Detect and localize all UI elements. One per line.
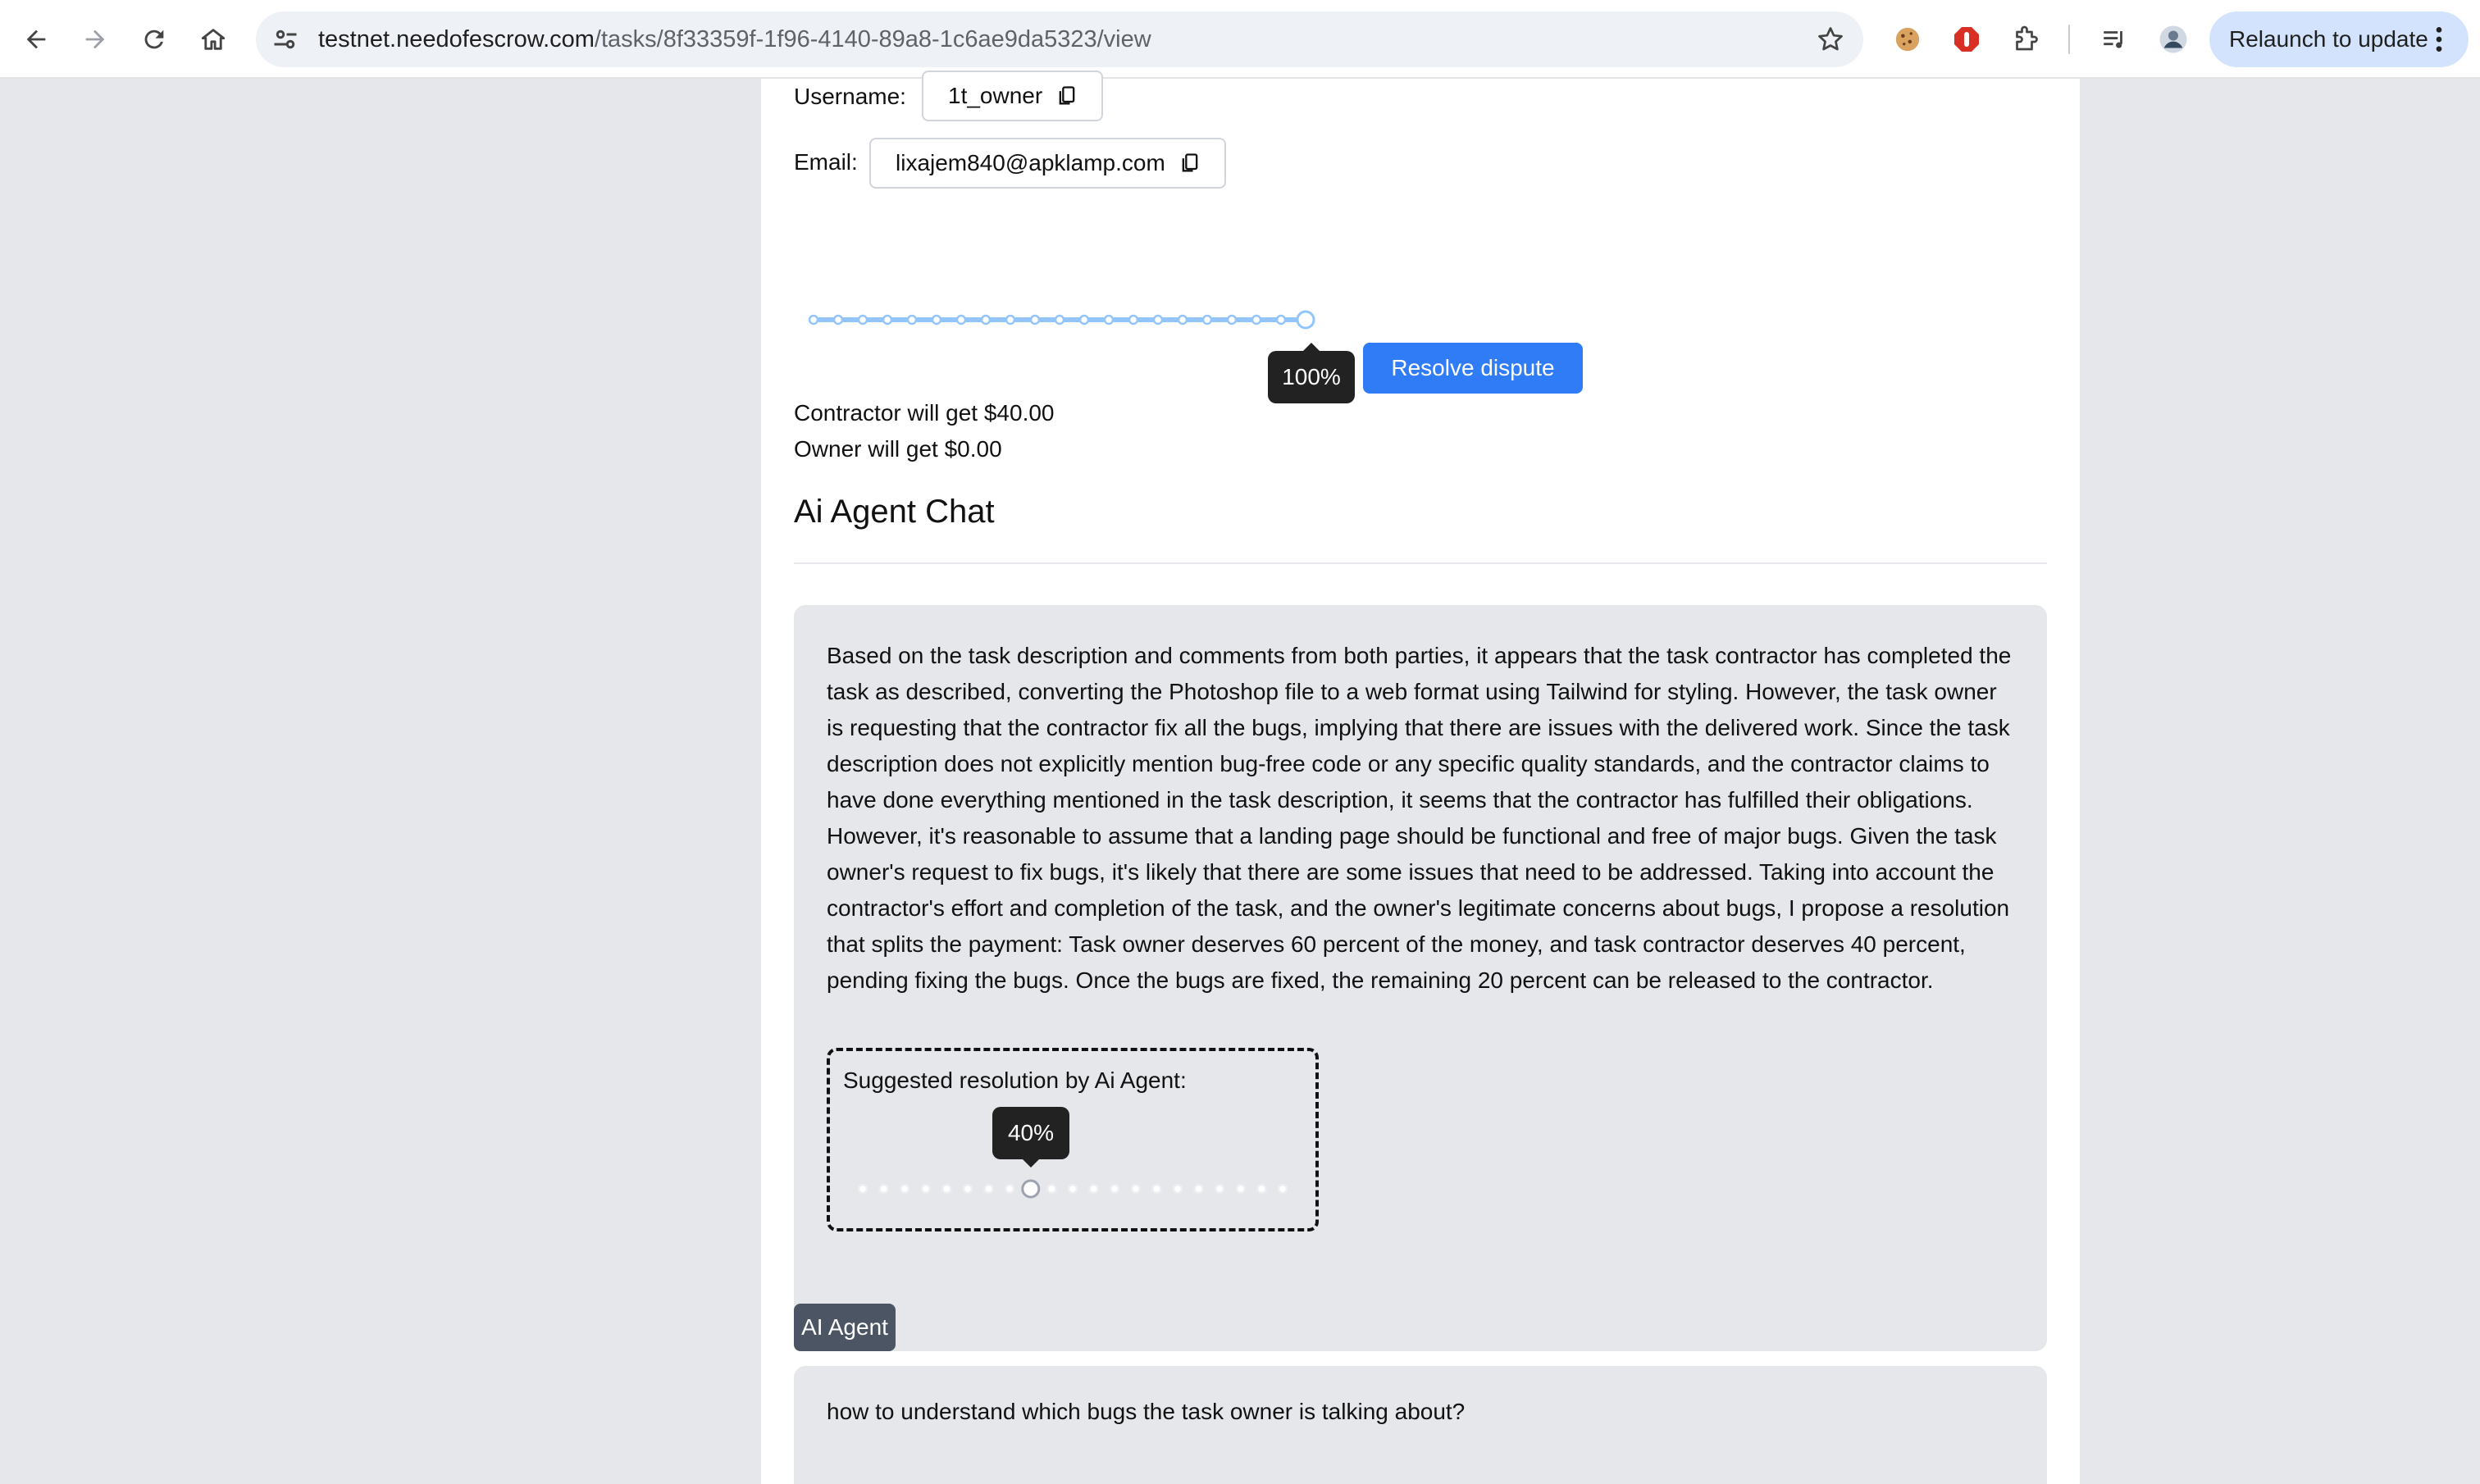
forward-arrow-icon [85, 30, 105, 49]
slider-step-dot [1078, 314, 1090, 325]
slider-step-dot [962, 1183, 973, 1195]
slider-step-dot [899, 1183, 910, 1195]
slider-step-dot [832, 314, 844, 325]
owner-payout: Owner will get $0.00 [794, 436, 1002, 462]
toolbar-separator [2068, 25, 2070, 54]
slider-step-dot [1054, 314, 1065, 325]
slider-step-dot [857, 314, 868, 325]
slider-step-dot [808, 314, 819, 325]
slider-step-dot [941, 1183, 952, 1195]
adblock-extension-icon[interactable] [1949, 21, 1985, 57]
username-label: Username: [794, 84, 906, 109]
slider-step-dot [1256, 1183, 1267, 1195]
reload-icon [144, 30, 164, 49]
media-queue-icon[interactable] [2096, 21, 2132, 57]
profile-avatar[interactable] [2155, 21, 2191, 57]
suggested-value-tooltip: 40% [992, 1107, 1069, 1168]
chat-title: Ai Agent Chat [794, 494, 995, 530]
slider-step-dot [1177, 314, 1188, 325]
slider-step-dot [1109, 1183, 1120, 1195]
slider-step-dot [1193, 1183, 1204, 1195]
slider-handle[interactable] [1296, 310, 1315, 330]
email-row: Email: [794, 149, 858, 175]
slider-step-dot [983, 1183, 994, 1195]
url-path: /tasks/8f33359f-1f96-4140-89a8-1c6ae9da5… [594, 26, 1151, 52]
reload-button[interactable] [131, 16, 177, 62]
slider-step-dot [1103, 314, 1115, 325]
slider-step-dot [1152, 314, 1164, 325]
user-message-text: how to understand which bugs the task ow… [827, 1399, 1466, 1424]
slider-step-dot [920, 1183, 932, 1195]
username-row: Username: [794, 84, 906, 110]
slider-step-dot [1214, 1183, 1225, 1195]
slider-step-dot [1130, 1183, 1142, 1195]
suggested-resolution-label: Suggested resolution by Ai Agent: [843, 1067, 1187, 1093]
suggested-value-text: 40% [1007, 1120, 1055, 1145]
copy-icon[interactable] [1178, 150, 1201, 176]
slider-value-tooltip: 100% [1268, 343, 1355, 403]
ai-message-text: Based on the task description and commen… [827, 643, 2012, 993]
slider-step-dot [955, 314, 967, 325]
slider-step-dot [1226, 314, 1238, 325]
slider-step-dot [1235, 1183, 1247, 1195]
slider-step-dot [1067, 1183, 1078, 1195]
dispute-split-slider[interactable] [804, 310, 1315, 330]
url-text: testnet.needofescrow.com/tasks/8f33359f-… [318, 11, 1151, 67]
slider-step-dot [882, 314, 893, 325]
back-arrow-icon [26, 30, 46, 49]
slider-handle[interactable] [1021, 1179, 1041, 1199]
browser-toolbar: testnet.needofescrow.com/tasks/8f33359f-… [0, 0, 2480, 79]
home-icon [201, 29, 226, 50]
slider-step-dot [857, 1183, 868, 1195]
slider-step-dot [1251, 314, 1262, 325]
slider-step-dot [1201, 314, 1213, 325]
resolve-dispute-button[interactable]: Resolve dispute [1363, 343, 1583, 394]
site-settings-icon[interactable] [271, 25, 300, 54]
slider-step-dot [1029, 314, 1041, 325]
copy-icon[interactable] [1055, 83, 1078, 109]
suggested-resolution-slider [857, 1179, 1288, 1199]
back-button[interactable] [13, 16, 59, 62]
slider-step-dot [1046, 1183, 1057, 1195]
slider-step-dot [1088, 1183, 1099, 1195]
slider-step-dot [906, 314, 918, 325]
slider-step-dot [1004, 1183, 1015, 1195]
slider-value-text: 100% [1282, 364, 1341, 389]
email-label: Email: [794, 149, 858, 175]
username-value: 1t_owner [948, 83, 1043, 108]
email-value: lixajem840@apklamp.com [896, 150, 1165, 175]
username-copy-field[interactable]: 1t_owner [922, 71, 1104, 121]
user-message-card [794, 1366, 2047, 1484]
slider-step-dot [1005, 314, 1016, 325]
contractor-payout: Contractor will get $40.00 [794, 400, 1055, 426]
cookie-extension-icon[interactable] [1890, 21, 1926, 57]
slider-step-dot [980, 314, 992, 325]
relaunch-button[interactable]: Relaunch to update [2209, 11, 2469, 67]
slider-step-dot [931, 314, 942, 325]
ai-agent-badge: AI Agent [794, 1304, 896, 1351]
slider-step-dot [1277, 1183, 1288, 1195]
home-button[interactable] [190, 16, 236, 62]
slider-step-dot [1151, 1183, 1162, 1195]
slider-step-dot [1172, 1183, 1183, 1195]
slider-step-dot [1275, 314, 1287, 325]
slider-step-dot [1128, 314, 1139, 325]
bookmark-star-icon[interactable] [1816, 25, 1845, 54]
email-copy-field[interactable]: lixajem840@apklamp.com [869, 138, 1226, 189]
address-bar[interactable]: testnet.needofescrow.com/tasks/8f33359f-… [256, 11, 1863, 67]
chat-divider [794, 562, 2047, 564]
relaunch-label: Relaunch to update [2229, 26, 2428, 52]
forward-button[interactable] [72, 16, 118, 62]
more-vertical-icon[interactable] [2423, 23, 2455, 56]
url-host: testnet.needofescrow.com [318, 26, 595, 52]
extensions-puzzle-icon[interactable] [2008, 21, 2044, 57]
slider-step-dot [878, 1183, 889, 1195]
